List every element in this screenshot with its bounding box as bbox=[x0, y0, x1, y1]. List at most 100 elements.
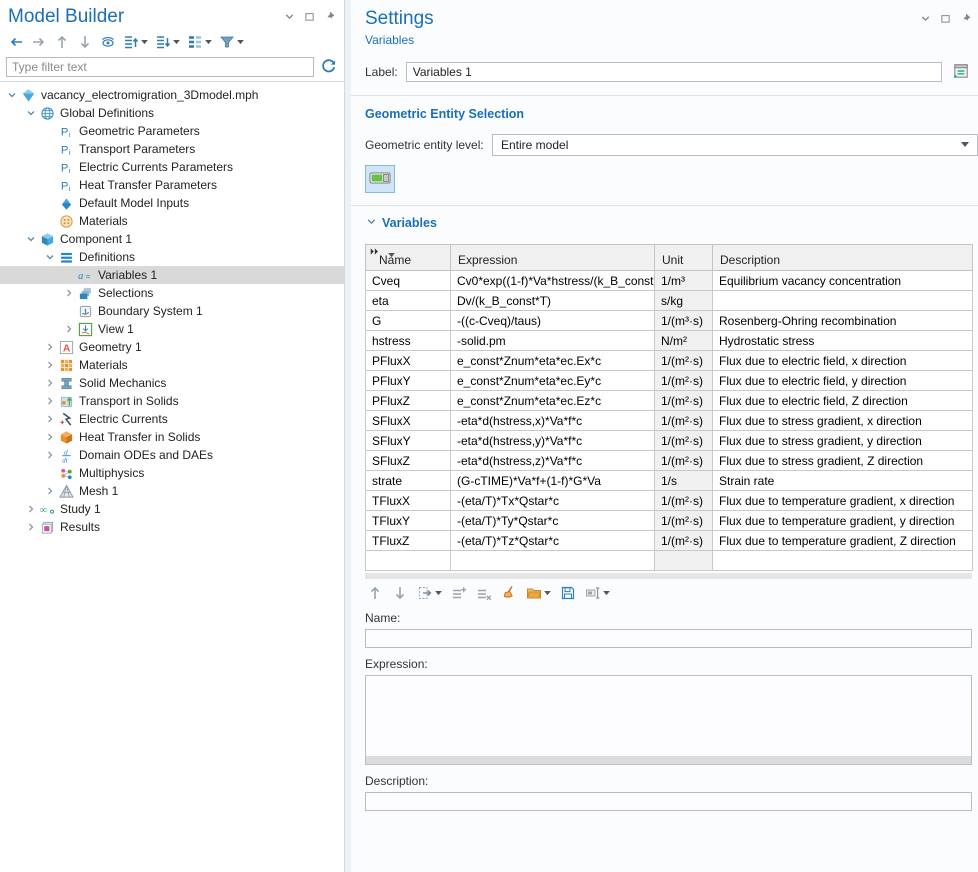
chevron-expanded-icon[interactable] bbox=[23, 233, 39, 245]
tree-item-boundary-system-1[interactable]: Boundary System 1 bbox=[0, 302, 344, 320]
chevron-collapsed-icon[interactable] bbox=[42, 449, 58, 461]
show-button[interactable] bbox=[98, 33, 118, 51]
table-cell[interactable] bbox=[366, 551, 451, 571]
move-down-button[interactable] bbox=[390, 584, 410, 602]
chevron-collapsed-icon[interactable] bbox=[42, 485, 58, 497]
table-cell[interactable]: 1/(m²·s) bbox=[655, 511, 713, 531]
table-cell[interactable] bbox=[655, 551, 713, 571]
chevron-collapsed-icon[interactable] bbox=[42, 377, 58, 389]
table-cell[interactable]: 1/m³ bbox=[655, 271, 713, 291]
name-input[interactable] bbox=[365, 629, 972, 648]
chevron-collapsed-icon[interactable] bbox=[61, 323, 77, 335]
chevron-collapsed-icon[interactable] bbox=[42, 395, 58, 407]
tree-item-study-1[interactable]: ∞Study 1 bbox=[0, 500, 344, 518]
table-cell[interactable]: Flux due to temperature gradient, Z dire… bbox=[713, 531, 973, 551]
table-cell[interactable]: Flux due to stress gradient, x direction bbox=[713, 411, 973, 431]
table-cell[interactable] bbox=[713, 551, 973, 571]
variables-section-header[interactable]: Variables bbox=[365, 215, 978, 231]
expand-all-button[interactable] bbox=[121, 33, 150, 51]
tree-item-domain-odes-and-daes[interactable]: ddtDomain ODEs and DAEs bbox=[0, 446, 344, 464]
tree-item-electric-currents-parameters[interactable]: PiElectric Currents Parameters bbox=[0, 158, 344, 176]
clear-table-button[interactable] bbox=[499, 584, 519, 602]
tree-item-materials[interactable]: Materials bbox=[0, 356, 344, 374]
tree-item-transport-parameters[interactable]: PiTransport Parameters bbox=[0, 140, 344, 158]
settings-subtitle[interactable]: Variables bbox=[365, 33, 978, 47]
chevron-expanded-icon[interactable] bbox=[23, 107, 39, 119]
forward-button[interactable] bbox=[29, 33, 49, 51]
tree-item-mesh-1[interactable]: Mesh 1 bbox=[0, 482, 344, 500]
table-cell[interactable]: SFluxZ bbox=[366, 451, 451, 471]
table-cell[interactable]: -((c-Cveq)/taus) bbox=[451, 311, 655, 331]
table-cell[interactable]: Equilibrium vacancy concentration bbox=[713, 271, 973, 291]
chevron-expanded-icon[interactable] bbox=[42, 251, 58, 263]
table-cell[interactable]: TFluxY bbox=[366, 511, 451, 531]
table-cell[interactable]: -eta*d(hstress,x)*Va*f*c bbox=[451, 411, 655, 431]
save-file-button[interactable] bbox=[558, 584, 578, 602]
chevron-collapsed-icon[interactable] bbox=[42, 431, 58, 443]
table-cell[interactable]: 1/s bbox=[655, 471, 713, 491]
chevron-collapsed-icon[interactable] bbox=[42, 413, 58, 425]
tree-item-vacancy-electromigration-3dmodel-mph[interactable]: vacancy_electromigration_3Dmodel.mph bbox=[0, 86, 344, 104]
table-cell[interactable]: 1/(m²·s) bbox=[655, 531, 713, 551]
table-cell[interactable]: TFluxZ bbox=[366, 531, 451, 551]
table-cell[interactable]: SFluxY bbox=[366, 431, 451, 451]
tree-item-definitions[interactable]: Definitions bbox=[0, 248, 344, 266]
expression-hscrollbar[interactable] bbox=[366, 756, 971, 764]
refresh-button[interactable] bbox=[320, 58, 338, 76]
active-selection-toggle-button[interactable] bbox=[365, 165, 395, 193]
tree-item-variables-1[interactable]: a=Variables 1 bbox=[0, 266, 344, 284]
description-input[interactable] bbox=[365, 792, 972, 811]
table-cell[interactable]: e_const*Znum*eta*ec.Ey*c bbox=[451, 371, 655, 391]
table-cell[interactable]: 1/(m²·s) bbox=[655, 411, 713, 431]
table-cell[interactable]: Dv/(k_B_const*T) bbox=[451, 291, 655, 311]
filter-button[interactable] bbox=[217, 33, 246, 51]
pin-icon[interactable] bbox=[323, 10, 336, 23]
tree-item-multiphysics[interactable]: Multiphysics bbox=[0, 464, 344, 482]
table-cell[interactable]: N/m² bbox=[655, 331, 713, 351]
tree-item-materials[interactable]: Materials bbox=[0, 212, 344, 230]
table-cell[interactable]: Rosenberg-Ohring recombination bbox=[713, 311, 973, 331]
chevron-collapsed-icon[interactable] bbox=[42, 359, 58, 371]
table-cell[interactable]: TFluxX bbox=[366, 491, 451, 511]
tree-item-solid-mechanics[interactable]: Solid Mechanics bbox=[0, 374, 344, 392]
table-cell[interactable]: -solid.pm bbox=[451, 331, 655, 351]
table-cell[interactable]: 1/(m²·s) bbox=[655, 451, 713, 471]
table-cell[interactable]: -(eta/T)*Tx*Qstar*c bbox=[451, 491, 655, 511]
table-cell[interactable]: Hydrostatic stress bbox=[713, 331, 973, 351]
back-button[interactable] bbox=[6, 33, 26, 51]
tree-item-heat-transfer-parameters[interactable]: PiHeat Transfer Parameters bbox=[0, 176, 344, 194]
float-icon[interactable] bbox=[303, 10, 316, 23]
load-file-button[interactable] bbox=[524, 584, 553, 602]
filter-input[interactable] bbox=[6, 57, 314, 77]
chevron-collapsed-icon[interactable] bbox=[23, 521, 39, 533]
table-cell[interactable]: SFluxX bbox=[366, 411, 451, 431]
table-cell[interactable]: PFluxX bbox=[366, 351, 451, 371]
tree-item-transport-in-solids[interactable]: Transport in Solids bbox=[0, 392, 344, 410]
column-header-expression[interactable]: Expression bbox=[451, 245, 655, 271]
rename-button[interactable] bbox=[950, 61, 972, 83]
table-cell[interactable]: -(eta/T)*Tz*Qstar*c bbox=[451, 531, 655, 551]
label-input[interactable] bbox=[406, 62, 942, 82]
table-cell[interactable]: Strain rate bbox=[713, 471, 973, 491]
collapse-all-button[interactable] bbox=[153, 33, 182, 51]
column-header-name[interactable]: Name bbox=[366, 245, 451, 271]
tree-item-selections[interactable]: Selections bbox=[0, 284, 344, 302]
table-cell[interactable]: e_const*Znum*eta*ec.Ex*c bbox=[451, 351, 655, 371]
table-cell[interactable]: -eta*d(hstress,y)*Va*f*c bbox=[451, 431, 655, 451]
table-cell[interactable]: 1/(m²·s) bbox=[655, 351, 713, 371]
move-up-button[interactable] bbox=[365, 584, 385, 602]
table-cell[interactable]: Flux due to temperature gradient, y dire… bbox=[713, 511, 973, 531]
table-cell[interactable]: G bbox=[366, 311, 451, 331]
edit-field-button[interactable] bbox=[583, 584, 612, 602]
chevron-collapsed-icon[interactable] bbox=[23, 503, 39, 515]
move-down-button[interactable] bbox=[75, 33, 95, 51]
table-cell[interactable]: Flux due to electric field, Z direction bbox=[713, 391, 973, 411]
table-cell[interactable]: Flux due to stress gradient, Z direction bbox=[713, 451, 973, 471]
tree-item-heat-transfer-in-solids[interactable]: Heat Transfer in Solids bbox=[0, 428, 344, 446]
table-cell[interactable] bbox=[713, 291, 973, 311]
table-cell[interactable]: Flux due to stress gradient, y direction bbox=[713, 431, 973, 451]
tree-item-global-definitions[interactable]: Global Definitions bbox=[0, 104, 344, 122]
tree-item-results[interactable]: Results bbox=[0, 518, 344, 536]
chevron-down-icon[interactable] bbox=[283, 10, 296, 23]
table-cell[interactable]: -(eta/T)*Ty*Qstar*c bbox=[451, 511, 655, 531]
